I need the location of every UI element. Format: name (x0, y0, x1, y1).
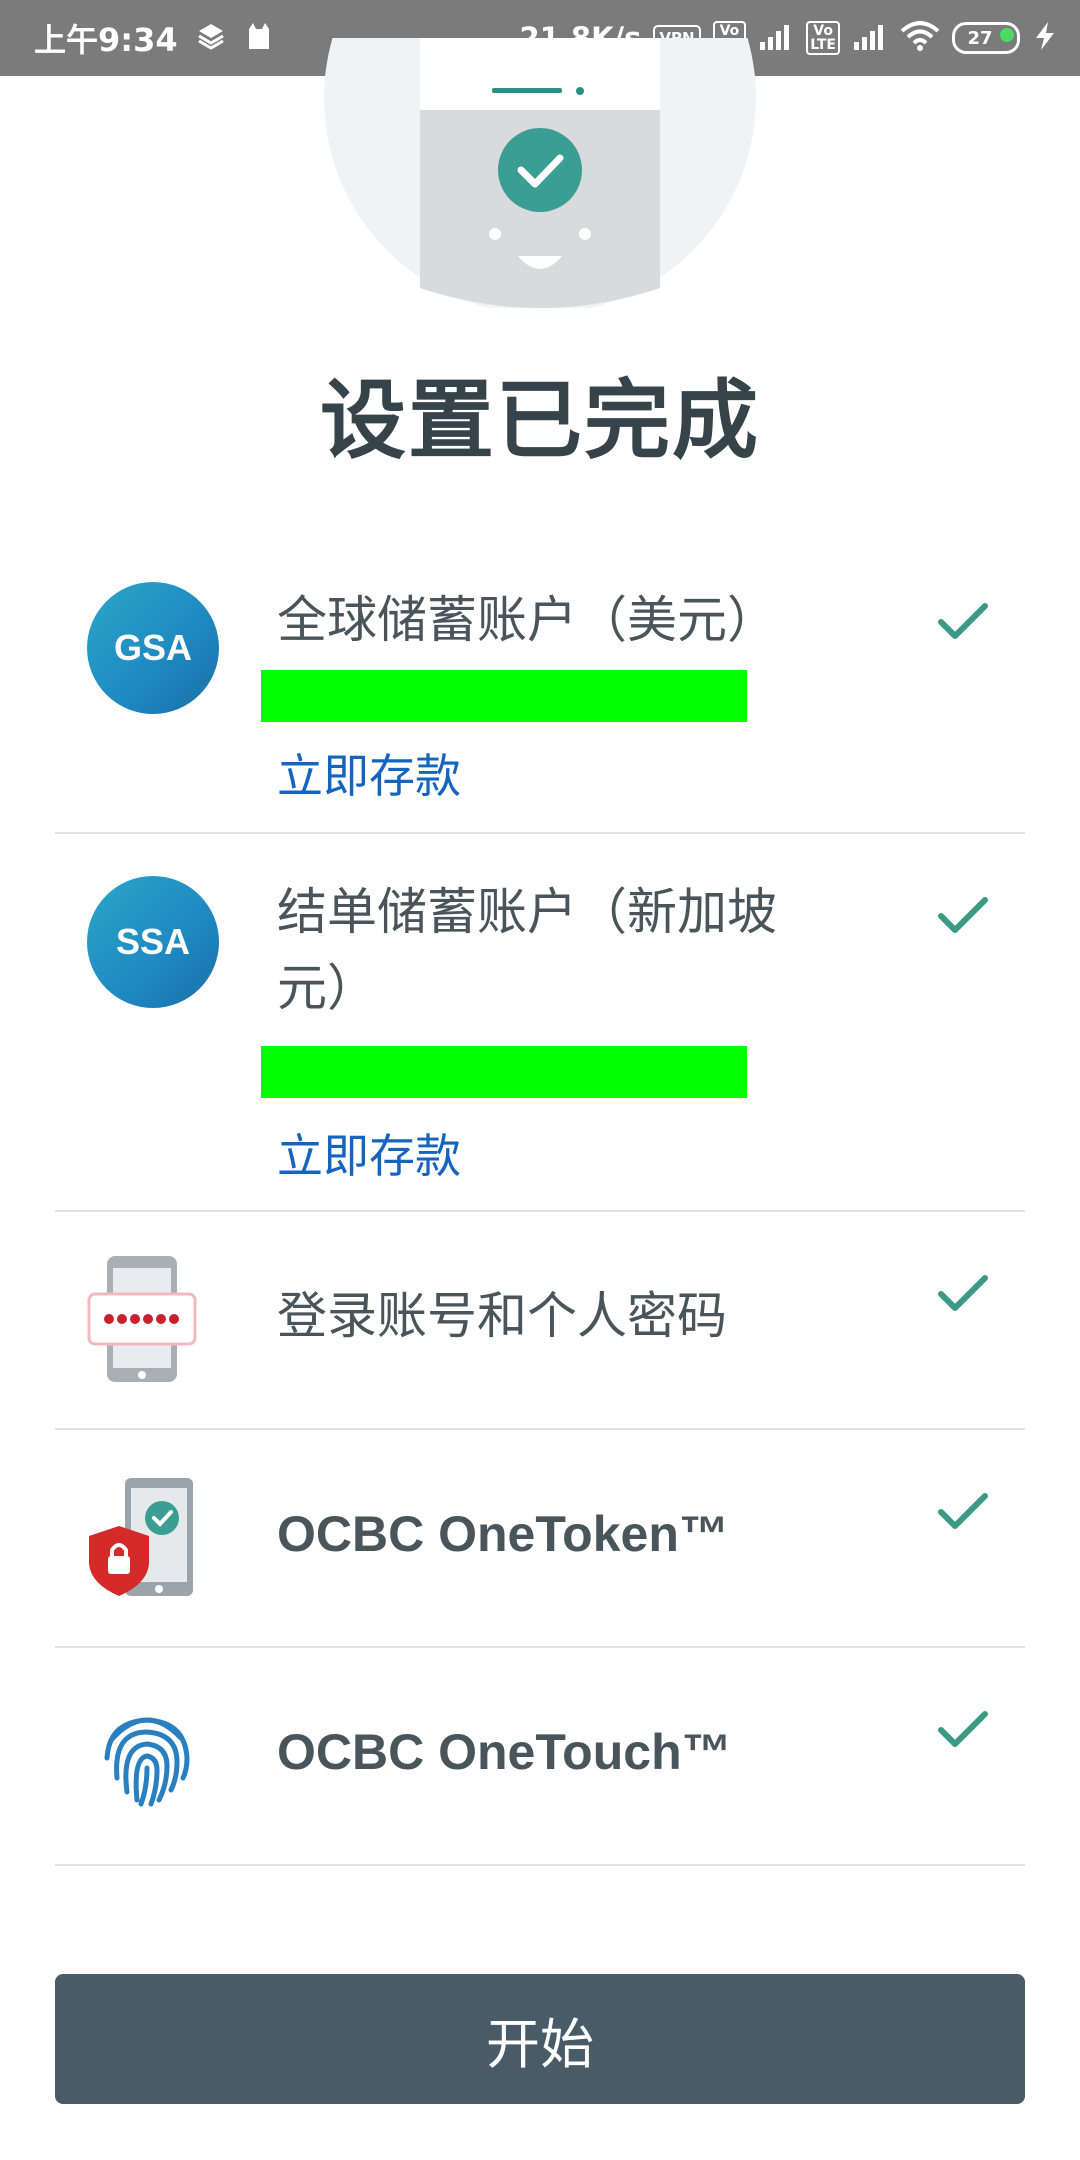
battery-icon: 27 (952, 22, 1020, 54)
onetoken-label: OCBC OneToken™ (277, 1506, 729, 1562)
layers-icon (196, 21, 226, 55)
check-icon (937, 602, 989, 646)
battery-level: 27 (967, 27, 993, 49)
redacted-account-number (261, 1046, 747, 1098)
password-phone-icon (87, 1254, 197, 1388)
onetoken-row: OCBC OneToken™ (55, 1430, 1025, 1648)
redacted-account-number (261, 670, 747, 722)
signal-icon-2 (852, 22, 888, 54)
page-title: 设置已完成 (320, 371, 760, 471)
gsa-badge-icon: GSA (87, 582, 219, 714)
onetouch-row: OCBC OneTouch™ (55, 1648, 1025, 1866)
onetouch-label: OCBC OneTouch™ (277, 1724, 732, 1780)
signal-icon (758, 22, 794, 54)
start-button[interactable]: 开始 (55, 1974, 1025, 2104)
wifi-icon (900, 21, 940, 55)
account-label-line2: 元） (277, 959, 377, 1017)
account-row-gsa: GSA 全球储蓄账户（美元） 立即存款 (55, 560, 1025, 834)
status-time: 上午9:34 (34, 21, 178, 59)
check-icon (937, 1710, 989, 1754)
volte-icon-2: Vo LTE (806, 21, 840, 55)
charging-icon (1032, 21, 1058, 55)
account-label: 结单储蓄账户（新加坡 元） (277, 874, 777, 1026)
ssa-badge-icon: SSA (87, 876, 219, 1008)
deposit-now-link[interactable]: 立即存款 (277, 740, 461, 806)
check-icon (937, 1274, 989, 1318)
success-illustration (322, 38, 758, 308)
account-label: 全球储蓄账户（美元） (277, 591, 777, 649)
cat-icon (244, 21, 274, 55)
account-label-line1: 结单储蓄账户（新加坡 (277, 883, 777, 941)
deposit-now-link[interactable]: 立即存款 (277, 1120, 461, 1186)
check-icon (937, 896, 989, 940)
check-icon (937, 1492, 989, 1536)
fingerprint-icon (99, 1708, 195, 1812)
account-row-ssa: SSA 结单储蓄账户（新加坡 元） 立即存款 (55, 834, 1025, 1212)
credentials-label: 登录账号和个人密码 (277, 1287, 727, 1345)
onetoken-icon (87, 1476, 207, 1602)
credentials-row: 登录账号和个人密码 (55, 1212, 1025, 1430)
